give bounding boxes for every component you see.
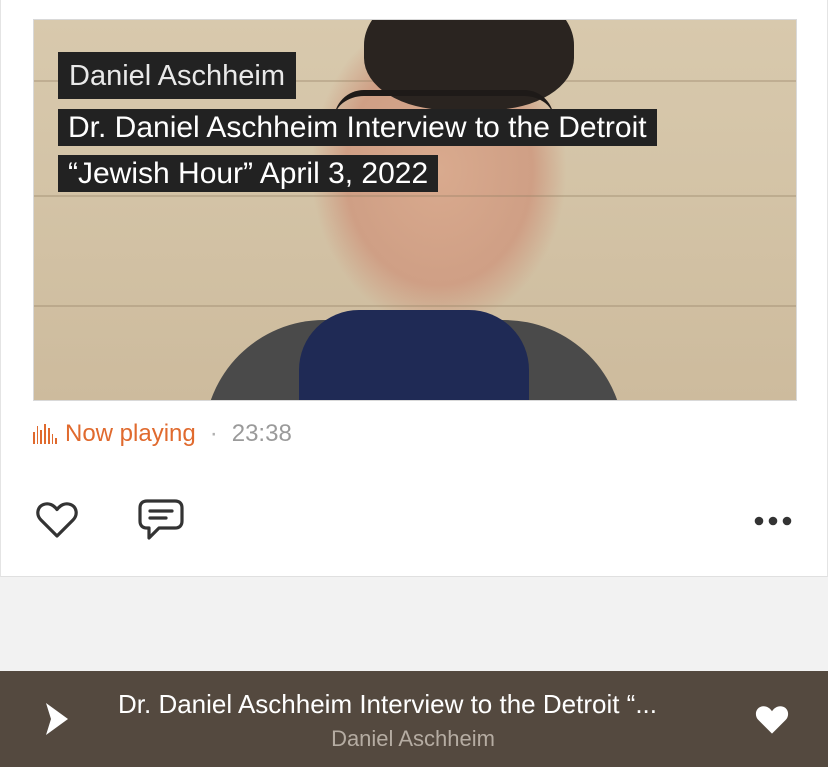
more-dots-icon — [754, 516, 792, 526]
player-track-artist[interactable]: Daniel Aschheim — [118, 725, 708, 753]
play-icon — [46, 703, 68, 735]
track-duration: 23:38 — [231, 420, 292, 447]
player-track-title[interactable]: Dr. Daniel Aschheim Interview to the Det… — [118, 688, 718, 720]
artwork-caption: Daniel Aschheim Dr. Daniel Aschheim Inte… — [58, 52, 657, 197]
now-playing-label: Now playing — [65, 420, 196, 447]
heart-filled-icon — [755, 706, 789, 734]
player-like-button[interactable] — [748, 700, 796, 740]
comment-bubble-icon — [138, 499, 184, 540]
track-card: Daniel Aschheim Dr. Daniel Aschheim Inte… — [0, 0, 828, 577]
playback-status: Now playing · 23:38 — [33, 418, 292, 450]
comment-button[interactable] — [135, 496, 187, 544]
track-title-line-1[interactable]: Dr. Daniel Aschheim Interview to the Det… — [58, 109, 657, 146]
track-title[interactable]: Dr. Daniel Aschheim Interview to the Det… — [58, 105, 657, 197]
play-button[interactable] — [36, 698, 76, 740]
heart-outline-icon — [36, 502, 78, 538]
separator-dot: · — [209, 420, 218, 447]
more-options-button[interactable] — [751, 506, 795, 536]
like-button[interactable] — [33, 498, 81, 542]
track-artwork[interactable]: Daniel Aschheim Dr. Daniel Aschheim Inte… — [33, 19, 797, 401]
equalizer-icon — [33, 424, 58, 444]
track-title-line-2[interactable]: “Jewish Hour” April 3, 2022 — [58, 155, 439, 192]
track-artist[interactable]: Daniel Aschheim — [58, 52, 296, 99]
